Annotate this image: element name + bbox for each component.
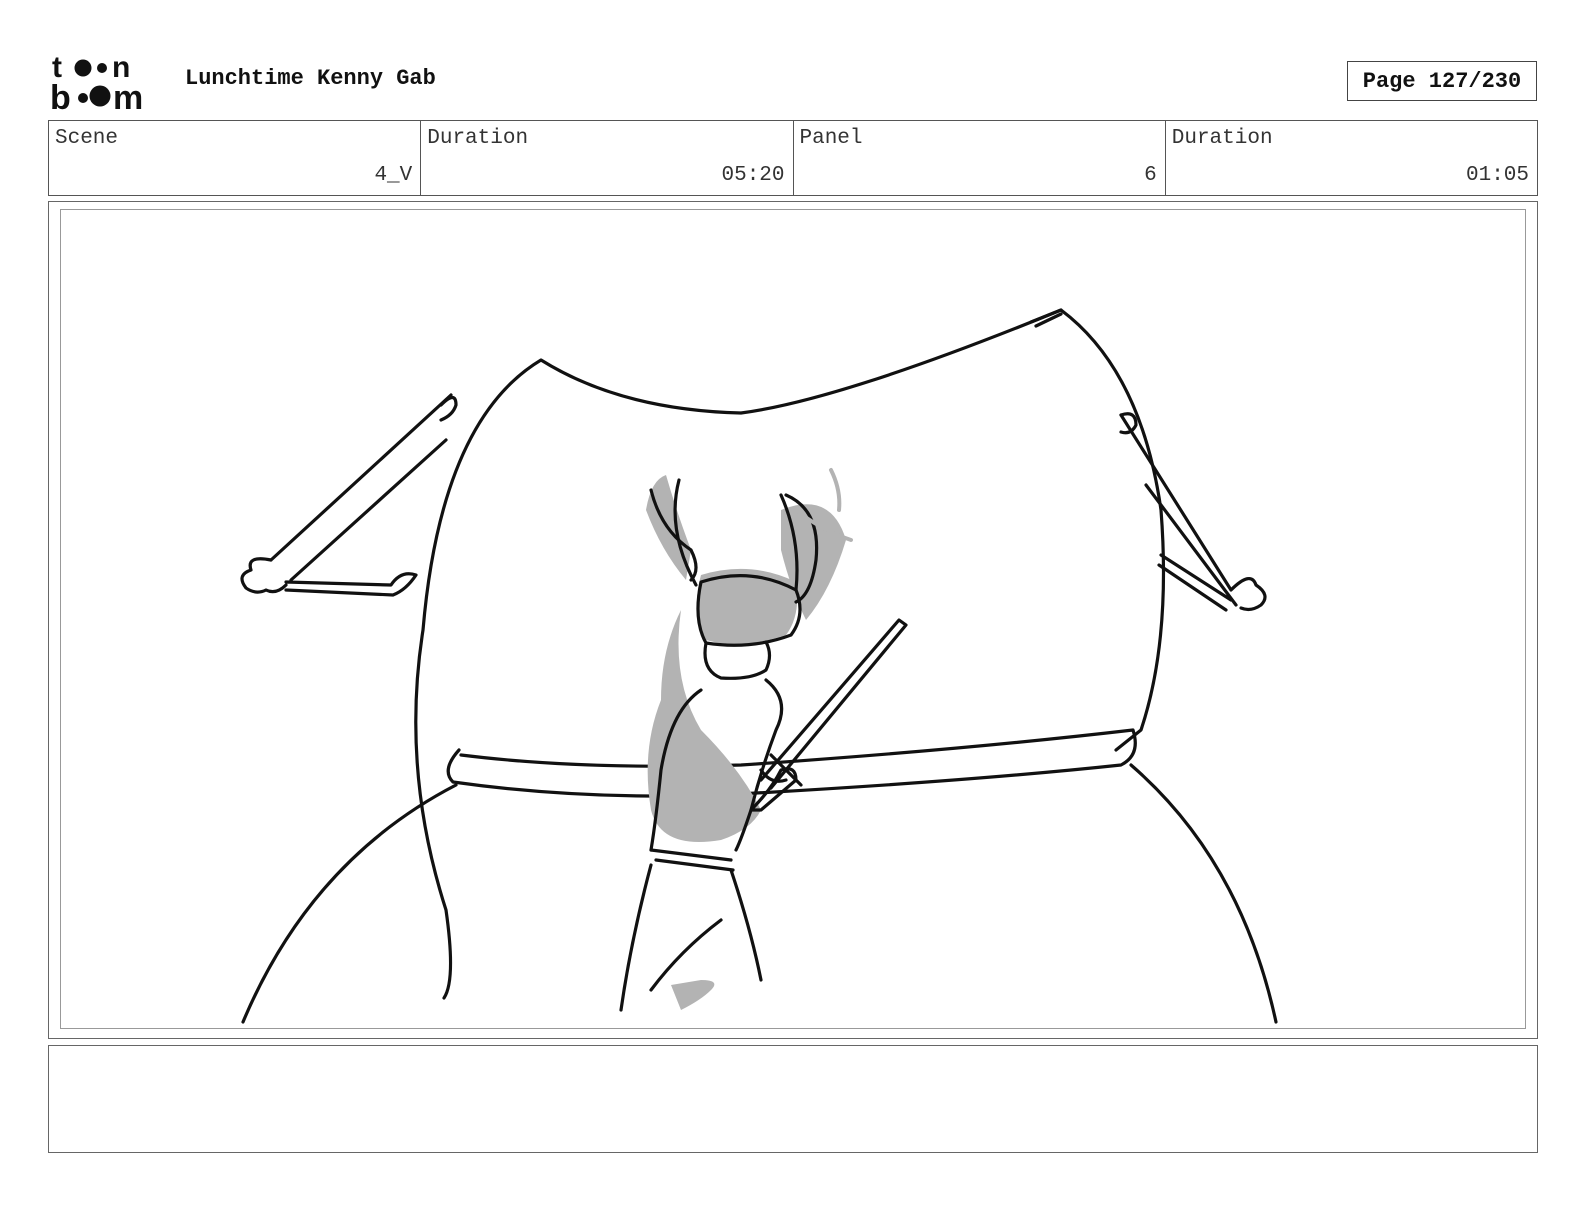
logo-letter-m: m	[113, 79, 143, 112]
creature-head-outline	[414, 308, 1166, 1000]
panel-duration-value: 01:05	[1465, 164, 1529, 187]
storyboard-sketch	[240, 308, 1278, 1024]
storyboard-panel-frame	[48, 201, 1538, 1039]
scene-duration-label: Duration	[427, 127, 529, 150]
panel-duration-label: Duration	[1171, 127, 1273, 150]
creature-left-arm-joint	[439, 395, 458, 422]
creature-left-arm	[240, 393, 453, 597]
scene-duration-cell: Duration 05:20	[421, 121, 794, 195]
panel-label: Panel	[799, 127, 863, 150]
scene-cell: Scene 4_V	[49, 121, 422, 195]
panel-notes-box	[48, 1045, 1538, 1153]
creature-body-right	[1129, 763, 1278, 1024]
toonboom-logo: t n b m	[50, 51, 143, 112]
creature-head-top-notch	[1029, 308, 1063, 328]
panel-duration-cell: Duration 01:05	[1166, 121, 1537, 195]
panel-value: 6	[1144, 164, 1157, 187]
document-title: Lunchtime Kenny Gab	[185, 66, 436, 91]
logo-letter-b: b	[50, 79, 71, 112]
panel-cell: Panel 6	[794, 121, 1166, 195]
page-indicator: Page 127/230	[1347, 61, 1537, 101]
scene-value: 4_V	[374, 164, 413, 187]
creature-right-arm	[1119, 413, 1267, 612]
scene-duration-value: 05:20	[721, 164, 785, 187]
storyboard-drawing-area	[60, 209, 1526, 1029]
panel-info-row: Scene 4_V Duration 05:20 Panel 6 Duratio…	[48, 120, 1538, 196]
scene-label: Scene	[55, 127, 119, 150]
